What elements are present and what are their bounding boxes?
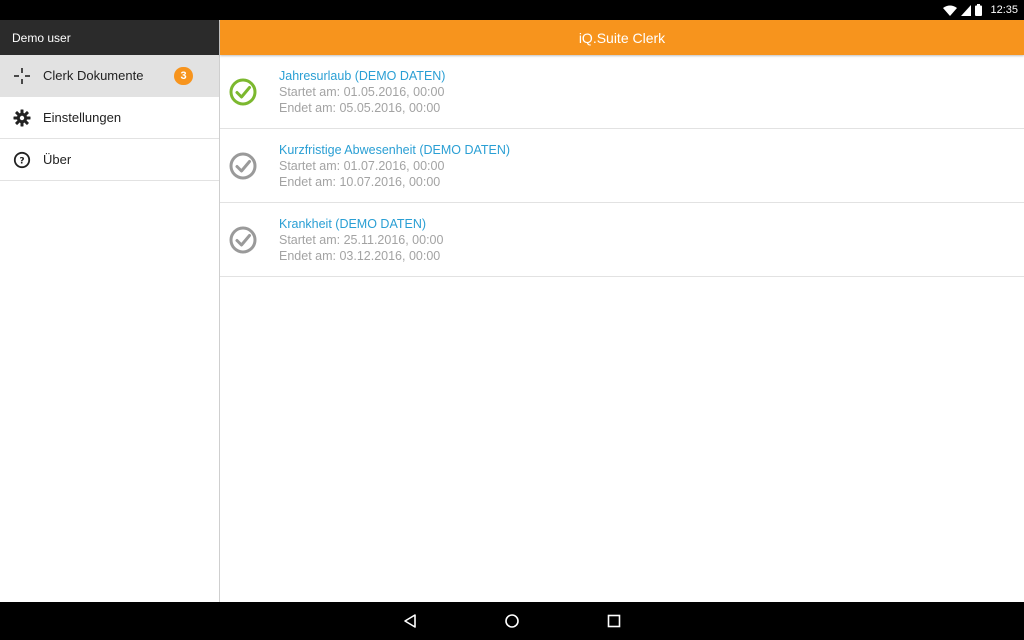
check-circle-icon	[228, 77, 258, 107]
list-item[interactable]: Kurzfristige Abwesenheit (DEMO DATEN) St…	[220, 129, 1024, 203]
app-window: Demo user Clerk Dokumente 3 Einstellunge…	[0, 20, 1024, 602]
document-end: Endet am: 05.05.2016, 00:00	[279, 101, 441, 115]
document-end: Endet am: 10.07.2016, 00:00	[279, 175, 441, 189]
nav-item-label: Einstellungen	[43, 110, 122, 125]
document-start: Startet am: 01.07.2016, 00:00	[279, 159, 445, 173]
help-icon: ?	[12, 150, 32, 170]
navigation-drawer: Demo user Clerk Dokumente 3 Einstellunge…	[0, 20, 220, 602]
svg-text:?: ?	[19, 156, 24, 166]
check-circle-icon	[228, 225, 258, 255]
nav-item-clerk-dokumente[interactable]: Clerk Dokumente 3	[0, 55, 219, 97]
document-title: Jahresurlaub (DEMO DATEN)	[279, 69, 446, 83]
document-title: Krankheit (DEMO DATEN)	[279, 217, 427, 231]
nav-item-einstellungen[interactable]: Einstellungen	[0, 97, 219, 139]
check-circle-icon	[228, 151, 258, 181]
gear-icon	[12, 108, 32, 128]
signal-icon	[961, 4, 972, 16]
list-item[interactable]: Jahresurlaub (DEMO DATEN) Startet am: 01…	[220, 55, 1024, 129]
count-badge: 3	[174, 67, 193, 85]
move-arrows-icon	[12, 66, 32, 86]
wifi-icon	[943, 5, 958, 16]
home-icon[interactable]	[502, 611, 522, 631]
back-icon[interactable]	[400, 611, 420, 631]
status-time: 12:35	[990, 4, 1018, 16]
recents-icon[interactable]	[604, 611, 624, 631]
battery-icon	[975, 4, 983, 16]
nav-item-ueber[interactable]: ? Über	[0, 139, 219, 181]
system-nav-bar	[0, 602, 1024, 640]
document-start: Startet am: 25.11.2016, 00:00	[279, 233, 444, 247]
nav-item-label: Über	[43, 152, 72, 167]
document-end: Endet am: 03.12.2016, 00:00	[279, 249, 441, 263]
user-name: Demo user	[12, 30, 71, 45]
document-title: Kurzfristige Abwesenheit (DEMO DATEN)	[279, 143, 511, 157]
document-list: Jahresurlaub (DEMO DATEN) Startet am: 01…	[220, 55, 1024, 277]
nav-item-label: Clerk Dokumente	[43, 68, 144, 83]
document-start: Startet am: 01.05.2016, 00:00	[279, 85, 445, 99]
main-content: iQ.Suite Clerk Jahresurlaub (DEMO DATEN)…	[220, 20, 1024, 602]
user-header: Demo user	[0, 20, 219, 55]
app-title: iQ.Suite Clerk	[578, 29, 666, 46]
app-bar: iQ.Suite Clerk	[220, 20, 1024, 55]
list-item[interactable]: Krankheit (DEMO DATEN) Startet am: 25.11…	[220, 203, 1024, 277]
status-bar: 12:35	[0, 0, 1024, 20]
